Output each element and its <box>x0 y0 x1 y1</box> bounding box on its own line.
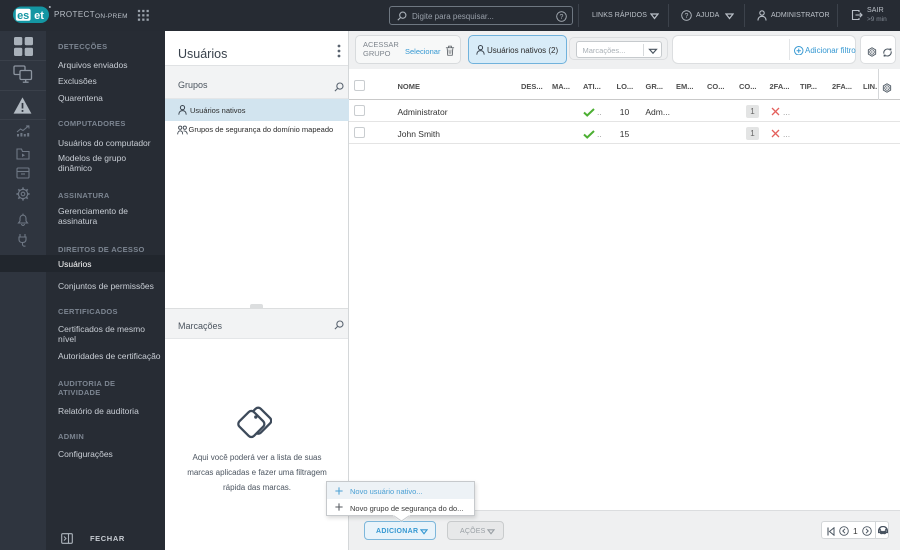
svg-text:?: ? <box>560 14 564 21</box>
svg-text:?: ? <box>685 13 689 20</box>
svg-text:es: es <box>17 10 29 22</box>
svg-text:et: et <box>34 10 44 22</box>
